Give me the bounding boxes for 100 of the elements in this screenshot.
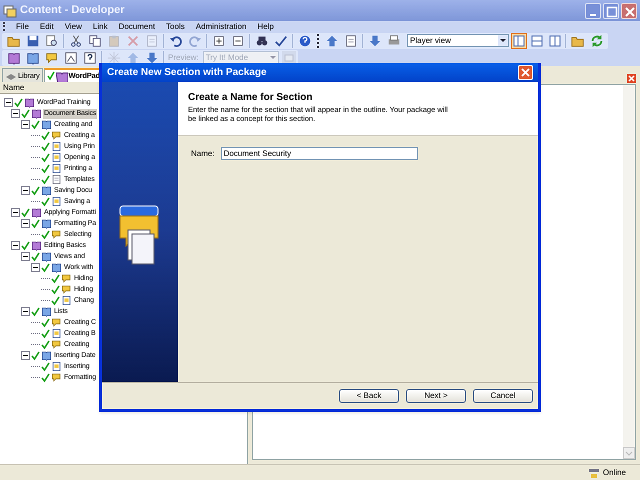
close-icon xyxy=(628,75,635,82)
scrollbar[interactable] xyxy=(623,85,635,459)
document-icon xyxy=(51,196,62,207)
plus-box-icon xyxy=(212,34,226,48)
book-icon xyxy=(41,251,52,262)
minus-box-icon xyxy=(230,34,244,48)
expander-toggle[interactable] xyxy=(31,263,40,272)
window-title: Content - Developer xyxy=(20,3,125,18)
document-icon xyxy=(51,152,62,163)
page-icon xyxy=(344,34,358,48)
close-button[interactable] xyxy=(518,65,533,80)
sparkle-icon xyxy=(106,50,120,64)
book-icon xyxy=(41,350,52,361)
layout-toggle-button[interactable] xyxy=(529,32,545,48)
name-input[interactable]: Document Security xyxy=(220,147,418,160)
down-arrow-icon xyxy=(368,34,382,48)
book-icon xyxy=(31,108,42,119)
checkmark-icon xyxy=(274,34,288,48)
book-icon xyxy=(26,50,40,64)
book-icon xyxy=(31,207,42,218)
menu-item[interactable]: File xyxy=(16,20,29,32)
view-dropdown[interactable]: Player view xyxy=(407,34,509,47)
expander-toggle[interactable] xyxy=(21,219,30,228)
question-icon xyxy=(82,50,96,64)
book-icon xyxy=(41,119,52,130)
page-icon xyxy=(51,174,62,185)
menu-item[interactable]: Link xyxy=(92,20,108,32)
document-icon xyxy=(51,328,62,339)
close-button[interactable] xyxy=(627,74,636,83)
dropdown-value: Try It! Mode xyxy=(204,52,250,64)
menu-item[interactable]: Administration xyxy=(196,20,246,32)
dialog-button[interactable]: Next > xyxy=(406,389,466,403)
book-icon xyxy=(41,218,52,229)
expander-toggle[interactable] xyxy=(11,208,20,217)
speech-bubble-icon xyxy=(51,130,62,141)
speech-bubble-icon xyxy=(51,339,62,350)
expander-toggle[interactable] xyxy=(11,109,20,118)
book-icon xyxy=(41,306,52,317)
minimize-button[interactable] xyxy=(585,2,601,18)
network-icon xyxy=(588,466,600,478)
menu-item[interactable]: View xyxy=(64,20,82,32)
dialog-title: Create New Section with Package xyxy=(107,66,267,80)
help-icon xyxy=(298,34,312,48)
book-icon xyxy=(41,185,52,196)
menu-item[interactable]: Edit xyxy=(40,20,54,32)
minimize-icon xyxy=(590,14,596,16)
expander-toggle[interactable] xyxy=(21,252,30,261)
scissors-icon xyxy=(68,34,82,48)
expander-toggle[interactable] xyxy=(4,98,13,107)
document-icon xyxy=(51,163,62,174)
document-icon xyxy=(51,361,62,372)
speech-bubble-icon xyxy=(51,372,62,383)
dialog-button[interactable]: < Back xyxy=(339,389,399,403)
minus-icon xyxy=(22,308,29,315)
expander-toggle[interactable] xyxy=(11,241,20,250)
book-icon xyxy=(6,50,20,64)
speech-bubble-icon xyxy=(61,284,72,295)
checkmark-icon xyxy=(46,71,55,81)
close-icon xyxy=(520,67,531,78)
speech-bubble-icon xyxy=(51,317,62,328)
minus-icon xyxy=(22,187,29,194)
book-icon xyxy=(31,240,42,251)
dialog-heading: Create a Name for Section xyxy=(188,91,314,105)
document-icon xyxy=(61,295,72,306)
speech-bubble-icon xyxy=(51,229,62,240)
magnifier-page-icon xyxy=(44,34,58,48)
redo-arrow-icon xyxy=(188,34,202,48)
expander-toggle[interactable] xyxy=(21,307,30,316)
close-button[interactable] xyxy=(621,2,637,18)
layout-toggle-button[interactable] xyxy=(511,32,527,48)
cross-icon xyxy=(126,34,140,48)
printer-icon xyxy=(386,34,400,48)
app-icon xyxy=(3,4,17,18)
expander-toggle[interactable] xyxy=(21,351,30,360)
up-arrow-icon xyxy=(126,50,140,64)
clipboard-icon xyxy=(106,34,120,48)
page-icon xyxy=(144,34,158,48)
copy-icon xyxy=(88,34,102,48)
menu-item[interactable]: Document xyxy=(118,20,156,32)
document-icon xyxy=(51,141,62,152)
layout-toggle-button[interactable] xyxy=(547,32,563,48)
binoculars-icon xyxy=(254,34,268,48)
minus-icon xyxy=(22,352,29,359)
frame-icon xyxy=(64,50,78,64)
layout-icon xyxy=(513,34,525,46)
preview-label: Preview: xyxy=(168,52,199,64)
menu-item[interactable]: Tools xyxy=(166,20,185,32)
book-icon xyxy=(51,262,62,273)
up-arrow-icon xyxy=(324,34,338,48)
status-text: Online xyxy=(602,466,626,478)
speech-bubble-icon xyxy=(44,50,58,64)
layout-icon xyxy=(549,34,561,46)
refresh-arrows-icon xyxy=(590,34,604,48)
expander-toggle[interactable] xyxy=(21,186,30,195)
dropdown-value: Player view xyxy=(409,34,452,46)
dialog-button[interactable]: Cancel xyxy=(473,389,533,403)
menu-item[interactable]: Help xyxy=(257,20,274,32)
expander-toggle[interactable] xyxy=(21,120,30,129)
maximize-button[interactable] xyxy=(603,2,619,18)
layout-icon xyxy=(531,34,543,46)
